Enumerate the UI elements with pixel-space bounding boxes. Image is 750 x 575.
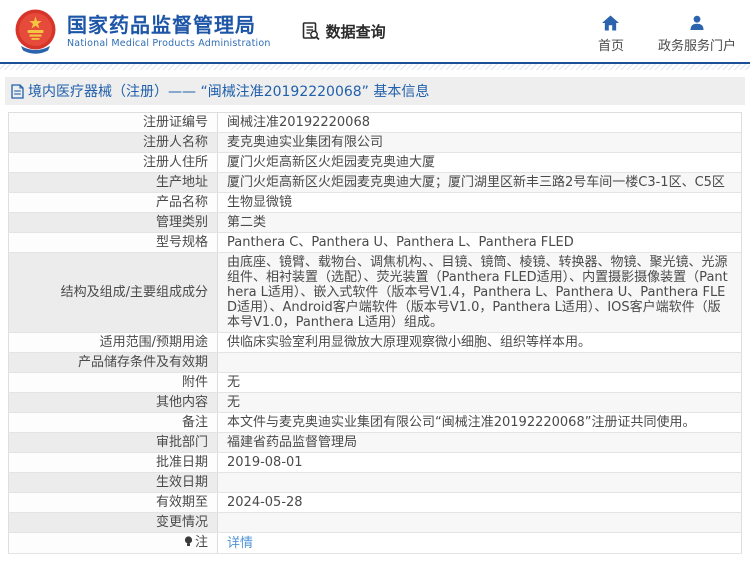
nav-label-home: 首页 bbox=[597, 38, 624, 54]
org-name-en: National Medical Products Administration bbox=[67, 37, 271, 49]
row-label: 适用范围/预期用途 bbox=[8, 332, 218, 353]
row-label: 管理类别 bbox=[8, 212, 218, 233]
row-value: 麦克奥迪实业集团有限公司 bbox=[217, 132, 742, 153]
table-row: 注册人名称 麦克奥迪实业集团有限公司 bbox=[8, 132, 742, 153]
row-label: 备注 bbox=[8, 412, 218, 433]
table-row: 生效日期 bbox=[8, 472, 742, 493]
row-value: 详情 bbox=[217, 532, 742, 554]
row-value: 闽械注准20192220068 bbox=[217, 112, 742, 133]
row-label: 生效日期 bbox=[8, 472, 218, 493]
home-icon bbox=[602, 14, 620, 31]
row-value: Panthera C、Panthera U、Panthera L、Panther… bbox=[217, 232, 742, 253]
row-value: 2024-05-28 bbox=[217, 492, 742, 513]
table-row: 变更情况 bbox=[8, 512, 742, 533]
row-value bbox=[217, 472, 742, 493]
row-value: 厦门火炬高新区火炬园麦克奥迪大厦；厦门湖里区新丰三路2号车间一楼C3-1区、C5… bbox=[217, 172, 742, 193]
row-label: 其他内容 bbox=[8, 392, 218, 413]
row-label: 注册人住所 bbox=[8, 152, 218, 173]
row-label: 产品名称 bbox=[8, 192, 218, 213]
table-row: 生产地址 厦门火炬高新区火炬园麦克奥迪大厦；厦门湖里区新丰三路2号车间一楼C3-… bbox=[8, 172, 742, 193]
row-value: 2019-08-01 bbox=[217, 452, 742, 473]
row-label: 生产地址 bbox=[8, 172, 218, 193]
row-value: 厦门火炬高新区火炬园麦克奥迪大厦 bbox=[217, 152, 742, 173]
top-nav: 首页 政务服务门户 bbox=[598, 9, 736, 54]
row-value: 第二类 bbox=[217, 212, 742, 233]
row-label: 注册人名称 bbox=[8, 132, 218, 153]
row-value: 无 bbox=[217, 372, 742, 393]
table-row: 有效期至 2024-05-28 bbox=[8, 492, 742, 513]
row-label: 注册证编号 bbox=[8, 112, 218, 133]
hatch-strip bbox=[0, 64, 750, 70]
nav-label-gov-portal: 政务服务门户 bbox=[657, 38, 736, 54]
row-label: 型号规格 bbox=[8, 232, 218, 253]
row-label: 结构及组成/主要组成成分 bbox=[8, 252, 218, 333]
row-value: 本文件与麦克奥迪实业集团有限公司“闽械注准20192220068”注册证共同使用… bbox=[217, 412, 742, 433]
user-icon bbox=[690, 15, 704, 30]
row-value: 由底座、镜臂、载物台、调焦机构、、目镜、镜筒、棱镜、转换器、物镜、聚光镜、光源组… bbox=[217, 252, 742, 333]
table-row: 产品名称 生物显微镜 bbox=[8, 192, 742, 213]
org-names: 国家药品监督管理局 National Medical Products Admi… bbox=[67, 13, 271, 50]
details-link[interactable]: 详情 bbox=[227, 536, 253, 551]
table-row: 注 详情 bbox=[8, 532, 742, 554]
row-label: 产品储存条件及有效期 bbox=[8, 352, 218, 373]
data-query-label: 数据查询 bbox=[325, 22, 386, 41]
table-row: 附件 无 bbox=[8, 372, 742, 393]
table-row: 结构及组成/主要组成成分 由底座、镜臂、载物台、调焦机构、、目镜、镜筒、棱镜、转… bbox=[8, 252, 742, 333]
table-row: 管理类别 第二类 bbox=[8, 212, 742, 233]
row-value: 供临床实验室利用显微放大原理观察微小细胞、组织等样本用。 bbox=[217, 332, 742, 353]
row-value: 无 bbox=[217, 392, 742, 413]
row-value bbox=[217, 352, 742, 373]
table-row: 备注 本文件与麦克奥迪实业集团有限公司“闽械注准20192220068”注册证共… bbox=[8, 412, 742, 433]
bulb-icon bbox=[184, 536, 193, 551]
row-label: 变更情况 bbox=[8, 512, 218, 533]
row-label: 有效期至 bbox=[8, 492, 218, 513]
table-row: 型号规格 Panthera C、Panthera U、Panthera L、Pa… bbox=[8, 232, 742, 253]
table-row: 注册证编号 闽械注准20192220068 bbox=[8, 112, 742, 133]
site-header: 国家药品监督管理局 National Medical Products Admi… bbox=[0, 0, 750, 62]
table-row: 审批部门 福建省药品监督管理局 bbox=[8, 432, 742, 453]
table-row: 产品储存条件及有效期 bbox=[8, 352, 742, 373]
nav-item-gov-portal[interactable]: 政务服务门户 bbox=[658, 15, 736, 54]
row-value: 福建省药品监督管理局 bbox=[217, 432, 742, 453]
table-row: 注册人住所 厦门火炬高新区火炬园麦克奥迪大厦 bbox=[8, 152, 742, 173]
data-query-link[interactable]: 数据查询 bbox=[301, 21, 386, 42]
row-value bbox=[217, 512, 742, 533]
row-label: 批准日期 bbox=[8, 452, 218, 473]
registration-info-table: 注册证编号 闽械注准20192220068 注册人名称 麦克奥迪实业集团有限公司 bbox=[8, 112, 742, 554]
org-name-cn: 国家药品监督管理局 bbox=[67, 12, 256, 37]
page-title-bar: 境内医疗器械（注册）—— “闽械注准20192220068” 基本信息 bbox=[5, 77, 745, 105]
row-value: 生物显微镜 bbox=[217, 192, 742, 213]
row-label: 附件 bbox=[8, 372, 218, 393]
table-row: 适用范围/预期用途 供临床实验室利用显微放大原理观察微小细胞、组织等样本用。 bbox=[8, 332, 742, 353]
national-emblem-icon bbox=[15, 9, 56, 54]
row-label: 审批部门 bbox=[8, 432, 218, 453]
row-label: 注 bbox=[8, 532, 218, 554]
data-query-icon bbox=[302, 22, 320, 41]
table-row: 其他内容 无 bbox=[8, 392, 742, 413]
document-icon bbox=[11, 83, 24, 99]
nmpa-logo: 国家药品监督管理局 National Medical Products Admi… bbox=[12, 8, 271, 55]
page-title: 境内医疗器械（注册）—— “闽械注准20192220068” 基本信息 bbox=[28, 84, 430, 100]
table-row: 批准日期 2019-08-01 bbox=[8, 452, 742, 473]
nav-item-home[interactable]: 首页 bbox=[597, 14, 624, 54]
registration-info-table-wrap: 注册证编号 闽械注准20192220068 注册人名称 麦克奥迪实业集团有限公司 bbox=[8, 112, 742, 554]
